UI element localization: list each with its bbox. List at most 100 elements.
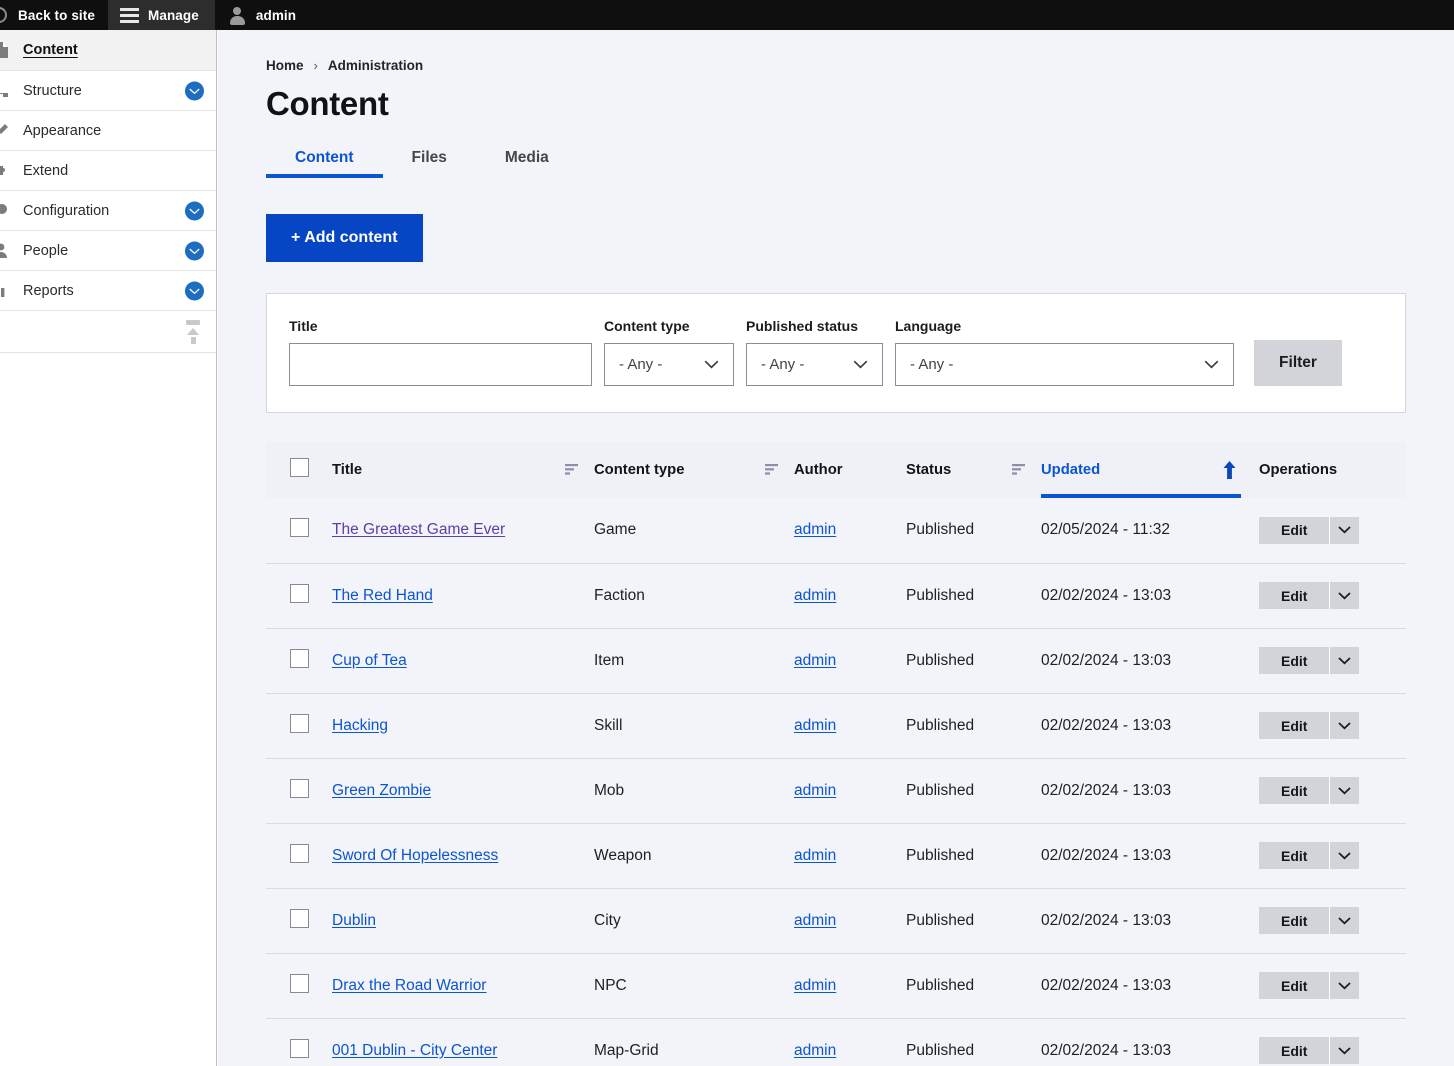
table-header-title[interactable]: Title [332,442,594,498]
row-checkbox[interactable] [290,843,309,863]
sidebar-item-configuration[interactable]: Configuration [0,191,216,231]
row-author-cell: admin [794,628,906,694]
row-title-link[interactable]: Hacking [332,717,388,734]
row-content-type-cell: City [594,888,794,954]
language-select[interactable]: - Any - [895,343,1234,386]
table-header-content-type[interactable]: Content type [594,442,794,498]
sidebar-item-content[interactable]: Content [0,30,216,71]
row-title-link[interactable]: Cup of Tea [332,652,407,669]
filter-submit-button[interactable]: Filter [1254,340,1342,386]
title-filter-input[interactable] [289,343,592,386]
chevron-down-icon-configuration[interactable] [185,201,204,220]
collapse-toolbar-icon[interactable] [182,320,204,344]
chevron-down-icon-language [1204,360,1219,369]
sidebar-item-appearance[interactable]: Appearance [0,111,216,151]
row-operations-dropdown-button[interactable] [1329,712,1360,739]
filter-panel: Title Content type - Any - Published sta… [266,293,1406,413]
row-author-link[interactable]: admin [794,782,836,799]
row-operations-dropdown-button[interactable] [1329,1037,1360,1064]
row-operations-dropdown-button[interactable] [1329,907,1360,934]
row-edit-button[interactable]: Edit [1259,516,1330,544]
table-row: The Greatest Game Ever Game admin Published… [266,498,1406,564]
manage-menu-button[interactable]: Manage [107,0,215,30]
breadcrumb-home[interactable]: Home [266,58,304,73]
row-operations-dropdown-button[interactable] [1329,972,1360,999]
published-status-select[interactable]: - Any - [746,343,883,386]
row-updated-cell: 02/02/2024 - 13:03 [1041,1018,1259,1066]
row-operations-dropdown-button[interactable] [1329,516,1360,544]
table-header-operations: Operations [1259,442,1406,498]
row-checkbox[interactable] [290,1038,309,1058]
row-author-link[interactable]: admin [794,587,836,604]
row-operations-cell: Edit [1259,563,1406,629]
row-author-link[interactable]: admin [794,652,836,669]
sort-icon-content-type[interactable] [765,464,780,475]
table-header-status-label: Status [906,461,952,478]
row-operations-dropdown-button[interactable] [1329,582,1360,609]
row-title-link[interactable]: Sword Of Hopelessness [332,847,498,864]
row-edit-button[interactable]: Edit [1259,907,1330,934]
content-type-select[interactable]: - Any - [604,343,734,386]
sort-icon-title[interactable] [565,464,580,475]
row-title-link[interactable]: The Greatest Game Ever [332,521,505,538]
sidebar-item-people[interactable]: People [0,231,216,271]
row-checkbox[interactable] [290,518,309,538]
row-operations-dropdown-button[interactable] [1329,777,1360,804]
row-status-cell: Published [906,563,1041,629]
chevron-down-icon-reports[interactable] [185,281,204,300]
select-all-checkbox[interactable] [290,458,309,477]
paintbrush-icon [0,123,9,139]
row-checkbox[interactable] [290,648,309,668]
row-checkbox[interactable] [290,713,309,733]
sort-icon-status[interactable] [1012,464,1027,475]
row-status-cell: Published [906,758,1041,824]
row-edit-button[interactable]: Edit [1259,1037,1330,1064]
row-author-link[interactable]: admin [794,977,836,994]
row-operations-dropdown-button[interactable] [1329,842,1360,869]
sidebar-item-reports[interactable]: Reports [0,271,216,311]
back-to-site-button[interactable]: Back to site [0,0,108,30]
row-author-link[interactable]: admin [794,912,836,929]
tab-content[interactable]: Content [266,149,383,178]
row-edit-button[interactable]: Edit [1259,647,1330,674]
row-author-link[interactable]: admin [794,847,836,864]
row-author-cell: admin [794,1018,906,1066]
row-edit-button[interactable]: Edit [1259,712,1330,739]
sidebar-label-appearance: Appearance [23,122,102,139]
row-author-link[interactable]: admin [794,1042,836,1059]
row-edit-button[interactable]: Edit [1259,582,1330,609]
tab-files[interactable]: Files [383,149,476,178]
row-checkbox[interactable] [290,778,309,798]
sidebar-item-structure[interactable]: Structure [0,71,216,111]
row-author-link[interactable]: admin [794,521,836,538]
chevron-down-icon-people[interactable] [185,241,204,260]
row-author-link[interactable]: admin [794,717,836,734]
row-title-link[interactable]: Drax the Road Warrior [332,977,486,994]
chevron-down-icon-structure[interactable] [185,81,204,100]
row-operations-dropdown-button[interactable] [1329,647,1360,674]
row-select-cell [266,563,332,629]
table-header-row: Title Content type Author Status Updated… [266,442,1406,498]
tab-media[interactable]: Media [476,149,578,178]
sidebar-empty-area [0,355,216,1066]
row-title-link[interactable]: Green Zombie [332,782,431,799]
row-title-link[interactable]: The Red Hand [332,587,433,604]
breadcrumb-administration[interactable]: Administration [328,58,423,73]
table-header-status[interactable]: Status [906,442,1041,498]
row-checkbox[interactable] [290,973,309,993]
row-title-link[interactable]: Dublin [332,912,376,929]
add-content-button[interactable]: + Add content [266,214,423,262]
table-header-updated[interactable]: Updated [1041,442,1259,498]
home-icon [0,7,7,23]
row-title-link[interactable]: 001 Dublin - City Center [332,1042,497,1059]
user-account-button[interactable]: admin [215,0,309,30]
row-edit-button[interactable]: Edit [1259,777,1330,804]
row-checkbox[interactable] [290,908,309,928]
row-checkbox[interactable] [290,583,309,603]
row-edit-button[interactable]: Edit [1259,972,1330,999]
admin-toolbar: Back to site Manage admin [0,0,1454,30]
sort-ascending-icon[interactable] [1222,460,1237,479]
sidebar-item-extend[interactable]: Extend [0,151,216,191]
chevron-down-icon [1338,851,1352,860]
row-edit-button[interactable]: Edit [1259,842,1330,869]
